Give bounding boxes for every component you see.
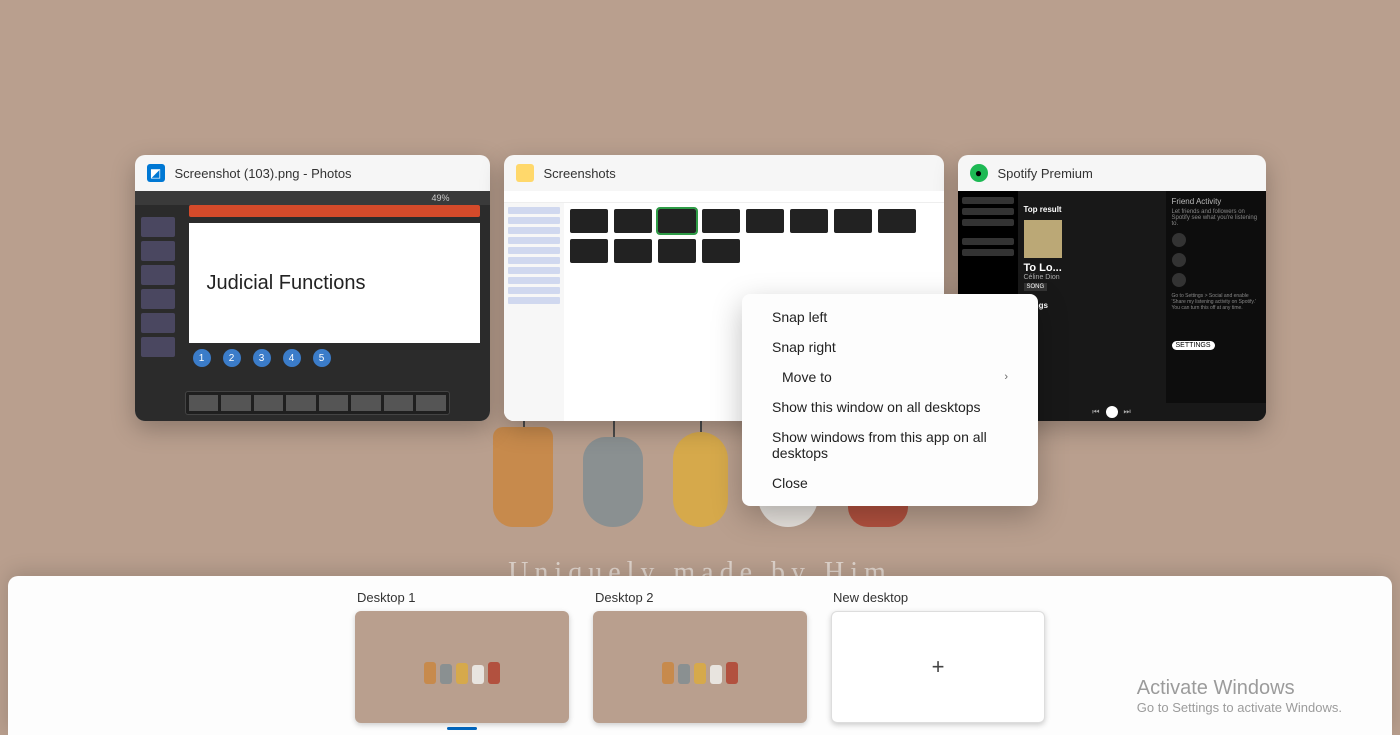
photos-app-icon: ◩ [147,164,165,182]
activate-windows-watermark: Activate Windows Go to Settings to activ… [1137,677,1342,715]
watermark-title: Activate Windows [1137,677,1342,700]
explorer-nav-pane [504,203,564,421]
window-title: Screenshots [544,166,616,181]
album-art [1024,220,1062,258]
slide-title: Judicial Functions [207,272,366,295]
top-result-label: Top result [1024,205,1160,214]
window-preview: 49% Judicial Functions 1 2 3 4 5 [135,191,490,421]
ctx-label: Show windows from this app on all deskto… [772,429,1008,461]
desktop-label: Desktop 1 [355,590,569,605]
song-title: To Lo... [1024,262,1160,274]
window-titlebar: Screenshots [504,155,944,191]
vase-icon [493,427,553,527]
ctx-close[interactable]: Close [742,468,1038,498]
window-title: Screenshot (103).png - Photos [175,166,352,181]
ctx-label: Snap right [772,339,836,355]
slide-num: 2 [223,349,241,367]
slide-thumbnails-strip [141,217,175,357]
desktop-item-1[interactable]: Desktop 1 [355,590,569,730]
ctx-label: Close [772,475,808,491]
friend-avatar-placeholder [1172,233,1186,247]
ctx-label: Move to [782,369,832,385]
ctx-label: Snap left [772,309,827,325]
friend-hint2: Go to Settings > Social and enable 'Shar… [1172,293,1260,311]
ctx-show-app-all-desktops[interactable]: Show windows from this app on all deskto… [742,422,1038,468]
plus-icon: + [932,654,945,680]
window-titlebar: ◩ Screenshot (103).png - Photos [135,155,490,191]
ctx-label: Show this window on all desktops [772,399,981,415]
ctx-snap-right[interactable]: Snap right [742,332,1038,362]
friend-hint: Let friends and followers on Spotify see… [1172,209,1260,227]
slide-canvas: Judicial Functions [189,223,480,343]
desktop-thumbnail[interactable] [355,611,569,723]
song-badge: SONG [1024,283,1048,291]
ctx-snap-left[interactable]: Snap left [742,302,1038,332]
watermark-sub: Go to Settings to activate Windows. [1137,700,1342,715]
slide-num: 5 [313,349,331,367]
powerpoint-ribbon [189,205,480,217]
friend-avatar-placeholder [1172,253,1186,267]
photos-film-strip [185,391,450,415]
ctx-show-window-all-desktops[interactable]: Show this window on all desktops [742,392,1038,422]
folder-icon [516,164,534,182]
prev-icon: ⏮ [1092,407,1099,417]
slide-number-badges: 1 2 3 4 5 [193,349,476,367]
spotify-settings-button: SETTINGS [1172,341,1215,350]
spotify-icon: ● [970,164,988,182]
task-view-windows: ◩ Screenshot (103).png - Photos 49% Judi… [0,155,1400,421]
song-artist: Céline Dion [1024,274,1160,281]
desktop-thumbnail[interactable] [593,611,807,723]
window-titlebar: ● Spotify Premium [958,155,1266,191]
zoom-level: 49% [431,193,449,203]
slide-num: 3 [253,349,271,367]
desktop-label: Desktop 2 [593,590,807,605]
ctx-move-to[interactable]: Move to › [742,362,1038,392]
new-desktop-button[interactable]: + [831,611,1045,723]
slide-num: 4 [283,349,301,367]
desktop-label: New desktop [831,590,1045,605]
spotify-friend-activity: Friend Activity Let friends and follower… [1166,191,1266,403]
active-desktop-indicator [447,727,477,730]
window-thumb-photos[interactable]: ◩ Screenshot (103).png - Photos 49% Judi… [135,155,490,421]
songs-header: Songs [1024,301,1160,310]
next-icon: ⏭ [1124,407,1131,417]
window-title: Spotify Premium [998,166,1093,181]
spotify-main: Top result To Lo... Céline Dion SONG Son… [1018,191,1166,403]
new-desktop-item[interactable]: New desktop + [831,590,1045,723]
window-context-menu: Snap left Snap right Move to › Show this… [742,294,1038,506]
friend-avatar-placeholder [1172,273,1186,287]
vase-icon [673,432,728,527]
play-icon [1106,406,1118,418]
virtual-desktops-strip: Desktop 1 Desktop 2 New desktop + Activa… [8,576,1392,735]
chevron-right-icon: › [1004,371,1008,383]
vase-icon [583,437,643,527]
desktop-item-2[interactable]: Desktop 2 [593,590,807,723]
friend-activity-header: Friend Activity [1172,197,1260,206]
slide-num: 1 [193,349,211,367]
